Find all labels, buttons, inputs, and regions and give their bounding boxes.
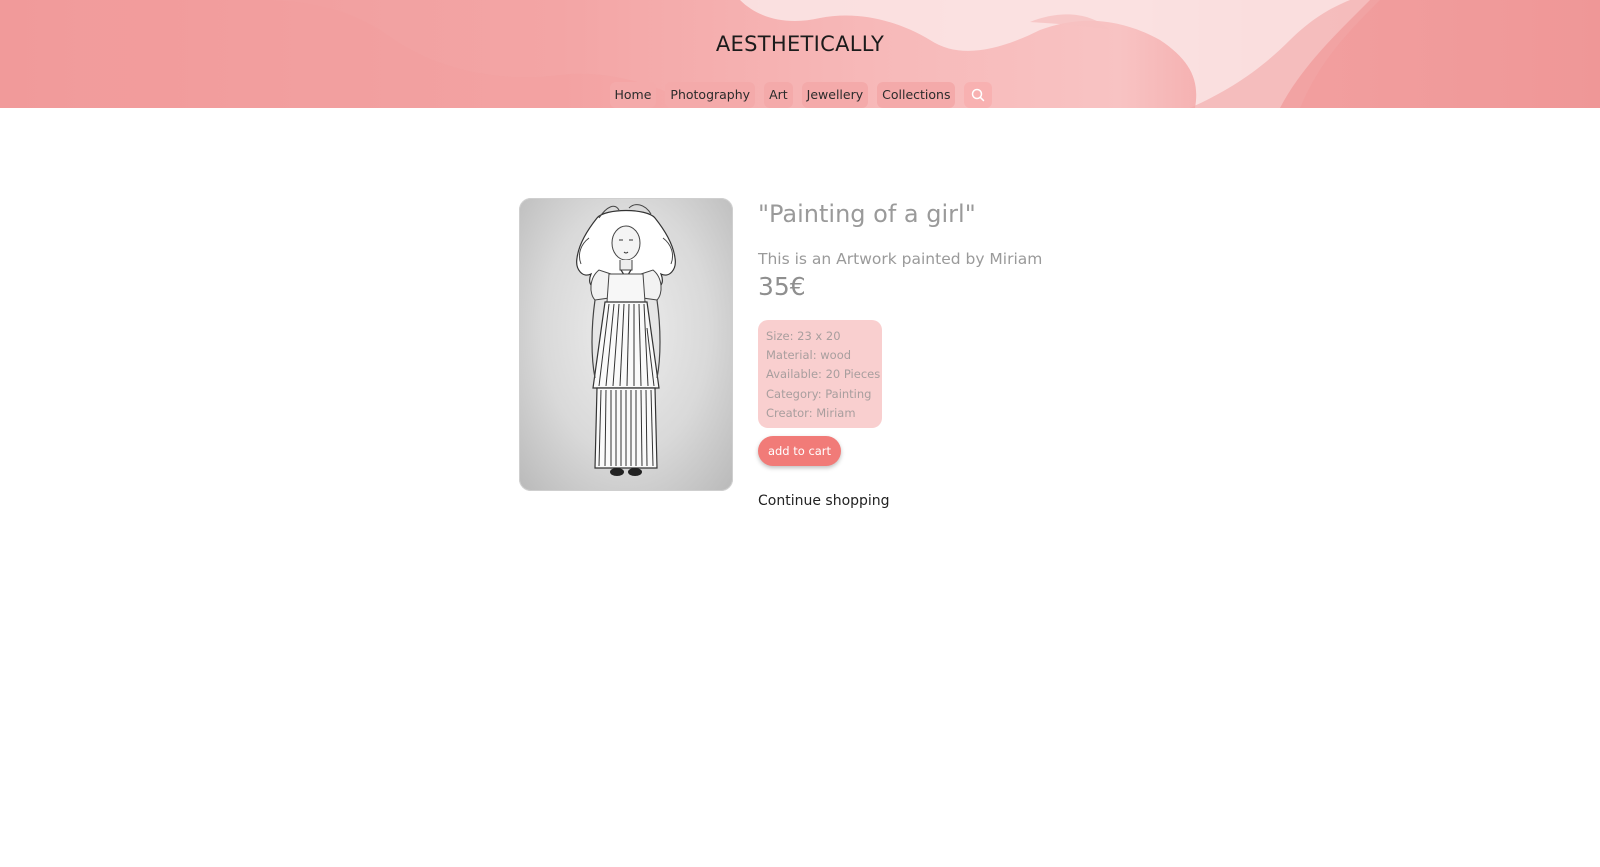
product-price: 35€ (758, 272, 806, 301)
nav-item-art[interactable]: Art (764, 82, 793, 108)
continue-shopping-link[interactable]: Continue shopping (758, 493, 890, 509)
detail-material: Material: wood (766, 348, 852, 363)
nav-item-home[interactable]: Home (609, 82, 657, 108)
main-nav: Home Photography Art Jewellery Collectio… (0, 82, 1600, 108)
detail-category: Category: Painting (766, 386, 872, 401)
add-to-cart-button[interactable]: add to cart (758, 436, 841, 466)
search-button[interactable] (964, 82, 993, 108)
girl-sketch-illustration (576, 204, 676, 476)
detail-available: Available: 20 Pieces (766, 367, 881, 382)
nav-item-photography[interactable]: Photography (665, 82, 756, 108)
detail-creator: Creator: Miriam (766, 405, 856, 420)
product-image (519, 198, 733, 491)
site-header: AESTHETICALLY Home Photography Art Jewel… (0, 0, 1600, 108)
product-title: "Painting of a girl" (758, 200, 976, 228)
product-description: This is an Artwork painted by Miriam (758, 250, 1043, 268)
nav-item-jewellery[interactable]: Jewellery (801, 82, 869, 108)
site-brand[interactable]: AESTHETICALLY (0, 32, 1600, 56)
product-details-box: Size: 23 x 20 Material: wood Available: … (758, 320, 882, 428)
search-icon (972, 88, 985, 102)
detail-size: Size: 23 x 20 (766, 329, 841, 343)
nav-item-collections[interactable]: Collections (877, 82, 956, 108)
